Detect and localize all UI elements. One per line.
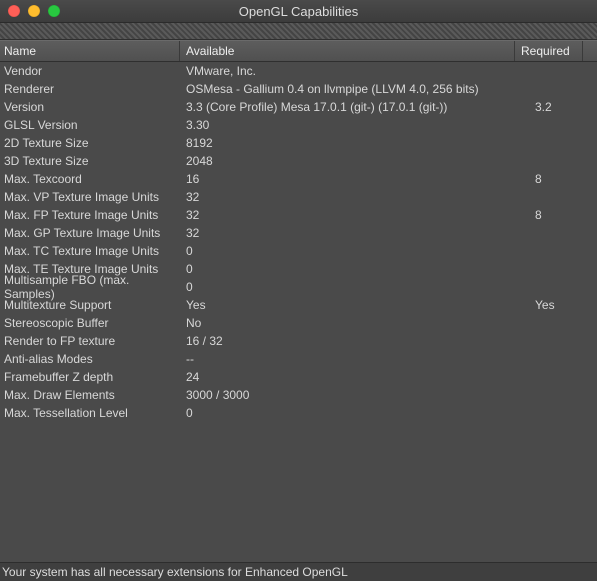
table-row[interactable]: 3D Texture Size2048 bbox=[0, 152, 597, 170]
table-row[interactable]: VendorVMware, Inc. bbox=[0, 62, 597, 80]
window-title: OpenGL Capabilities bbox=[0, 4, 597, 19]
status-text: Your system has all necessary extensions… bbox=[2, 565, 348, 579]
table-row[interactable]: Stereoscopic BufferNo bbox=[0, 314, 597, 332]
cell-available: 32 bbox=[180, 188, 529, 206]
cell-name: Max. Draw Elements bbox=[0, 386, 180, 404]
table-row[interactable]: Render to FP texture16 / 32 bbox=[0, 332, 597, 350]
cell-available: 0 bbox=[180, 404, 529, 422]
cell-required bbox=[529, 350, 597, 368]
cell-name: Max. Tessellation Level bbox=[0, 404, 180, 422]
cell-available: 3.3 (Core Profile) Mesa 17.0.1 (git-) (1… bbox=[180, 98, 529, 116]
cell-name: Version bbox=[0, 98, 180, 116]
table-header: Name Available Required bbox=[0, 40, 597, 62]
table-row[interactable]: Max. Tessellation Level0 bbox=[0, 404, 597, 422]
table-body: VendorVMware, Inc.RendererOSMesa - Galli… bbox=[0, 62, 597, 562]
table-row[interactable]: Max. Texcoord168 bbox=[0, 170, 597, 188]
cell-required bbox=[529, 314, 597, 332]
cell-available: 16 bbox=[180, 170, 529, 188]
cell-required bbox=[529, 332, 597, 350]
cell-required: 3.2 bbox=[529, 98, 597, 116]
cell-name: Render to FP texture bbox=[0, 332, 180, 350]
cell-required bbox=[529, 404, 597, 422]
cell-required: 8 bbox=[529, 206, 597, 224]
cell-name: GLSL Version bbox=[0, 116, 180, 134]
cell-available: 3.30 bbox=[180, 116, 529, 134]
cell-name: 2D Texture Size bbox=[0, 134, 180, 152]
cell-available: 3000 / 3000 bbox=[180, 386, 529, 404]
cell-name: Max. GP Texture Image Units bbox=[0, 224, 180, 242]
cell-required: 8 bbox=[529, 170, 597, 188]
toolbar-strip bbox=[0, 23, 597, 40]
cell-available: 0 bbox=[180, 260, 529, 278]
cell-required bbox=[529, 62, 597, 80]
cell-available: 32 bbox=[180, 224, 529, 242]
cell-name: Framebuffer Z depth bbox=[0, 368, 180, 386]
cell-available: 32 bbox=[180, 206, 529, 224]
cell-required bbox=[529, 368, 597, 386]
cell-name: 3D Texture Size bbox=[0, 152, 180, 170]
cell-required: Yes bbox=[529, 296, 597, 314]
table-row[interactable]: Multitexture SupportYesYes bbox=[0, 296, 597, 314]
table-row[interactable]: Max. Draw Elements3000 / 3000 bbox=[0, 386, 597, 404]
cell-name: Max. Texcoord bbox=[0, 170, 180, 188]
cell-name: Multitexture Support bbox=[0, 296, 180, 314]
table-row[interactable]: Multisample FBO (max. Samples)0 bbox=[0, 278, 597, 296]
table-row[interactable]: Max. GP Texture Image Units32 bbox=[0, 224, 597, 242]
cell-name: Max. VP Texture Image Units bbox=[0, 188, 180, 206]
cell-required bbox=[529, 386, 597, 404]
cell-available: Yes bbox=[180, 296, 529, 314]
table-row[interactable]: GLSL Version3.30 bbox=[0, 116, 597, 134]
cell-name: Renderer bbox=[0, 80, 180, 98]
header-tail bbox=[583, 41, 597, 61]
cell-name: Vendor bbox=[0, 62, 180, 80]
table-row[interactable]: Version3.3 (Core Profile) Mesa 17.0.1 (g… bbox=[0, 98, 597, 116]
cell-available: 0 bbox=[180, 242, 529, 260]
cell-name: Max. FP Texture Image Units bbox=[0, 206, 180, 224]
cell-available: OSMesa - Gallium 0.4 on llvmpipe (LLVM 4… bbox=[180, 80, 529, 98]
column-header-name[interactable]: Name bbox=[0, 41, 180, 61]
cell-available: 16 / 32 bbox=[180, 332, 529, 350]
table-row[interactable]: RendererOSMesa - Gallium 0.4 on llvmpipe… bbox=[0, 80, 597, 98]
table-row[interactable]: 2D Texture Size8192 bbox=[0, 134, 597, 152]
cell-name: Stereoscopic Buffer bbox=[0, 314, 180, 332]
cell-required bbox=[529, 116, 597, 134]
cell-required bbox=[529, 278, 597, 296]
cell-required bbox=[529, 242, 597, 260]
cell-available: 0 bbox=[180, 278, 529, 296]
column-header-available[interactable]: Available bbox=[180, 41, 515, 61]
cell-available: 8192 bbox=[180, 134, 529, 152]
table-row[interactable]: Max. VP Texture Image Units32 bbox=[0, 188, 597, 206]
cell-name: Multisample FBO (max. Samples) bbox=[0, 278, 180, 296]
table-row[interactable]: Framebuffer Z depth24 bbox=[0, 368, 597, 386]
table-row[interactable]: Anti-alias Modes-- bbox=[0, 350, 597, 368]
cell-required bbox=[529, 188, 597, 206]
table-row[interactable]: Max. FP Texture Image Units328 bbox=[0, 206, 597, 224]
cell-required bbox=[529, 224, 597, 242]
cell-required bbox=[529, 260, 597, 278]
cell-name: Anti-alias Modes bbox=[0, 350, 180, 368]
cell-available: 24 bbox=[180, 368, 529, 386]
cell-available: VMware, Inc. bbox=[180, 62, 529, 80]
table-row[interactable]: Max. TC Texture Image Units0 bbox=[0, 242, 597, 260]
cell-required bbox=[529, 80, 597, 98]
cell-available: 2048 bbox=[180, 152, 529, 170]
window-titlebar: OpenGL Capabilities bbox=[0, 0, 597, 23]
column-header-required[interactable]: Required bbox=[515, 41, 583, 61]
cell-required bbox=[529, 152, 597, 170]
cell-required bbox=[529, 134, 597, 152]
cell-available: No bbox=[180, 314, 529, 332]
cell-name: Max. TC Texture Image Units bbox=[0, 242, 180, 260]
status-bar: Your system has all necessary extensions… bbox=[0, 562, 597, 581]
cell-available: -- bbox=[180, 350, 529, 368]
